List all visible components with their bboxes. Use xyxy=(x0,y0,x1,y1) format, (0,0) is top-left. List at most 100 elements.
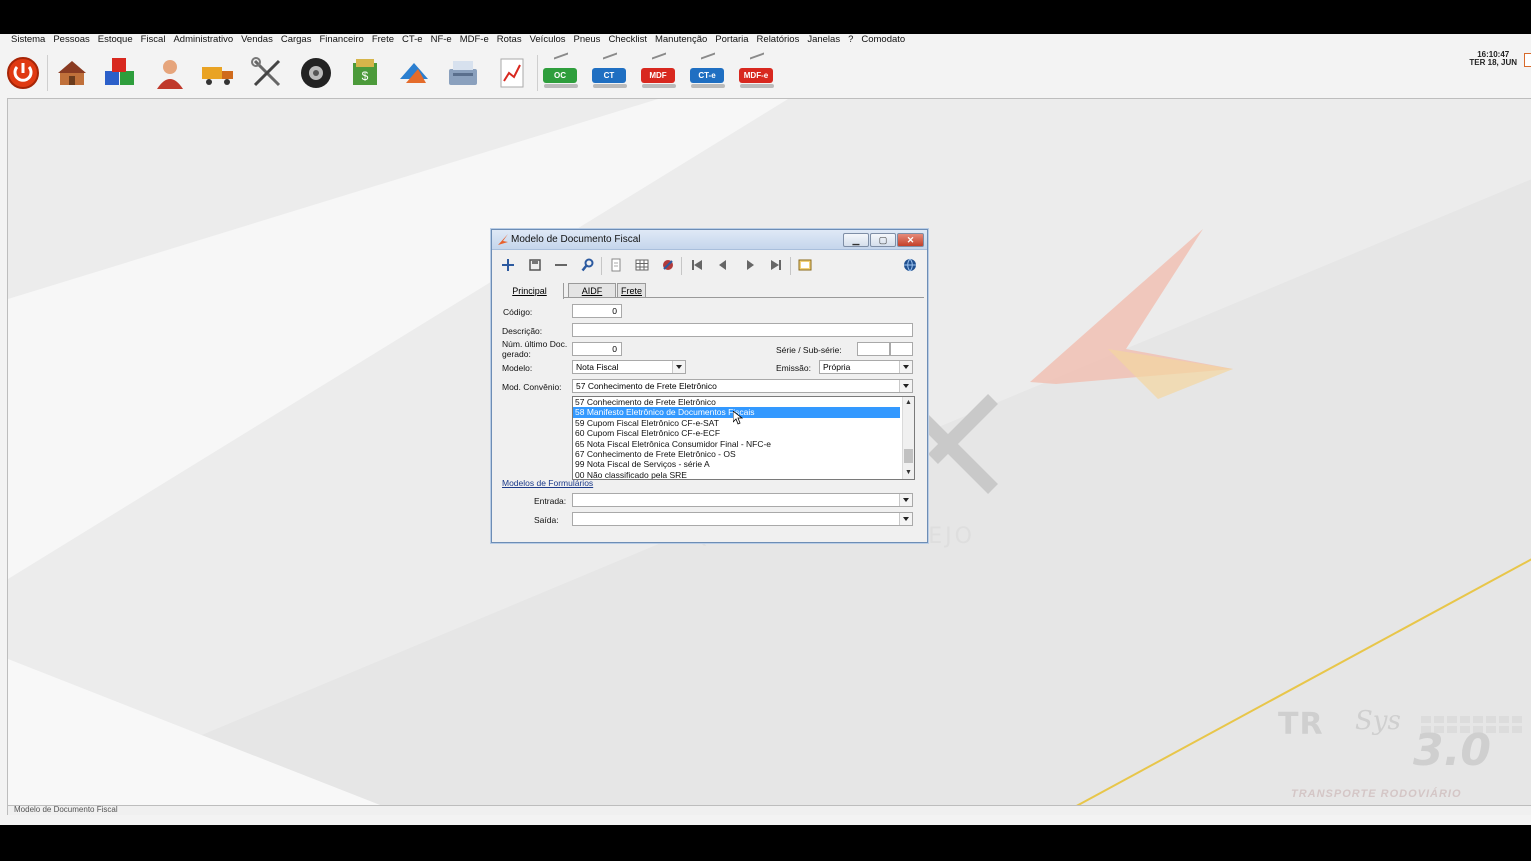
minimize-button[interactable]: ▁ xyxy=(843,233,869,247)
search-icon xyxy=(581,258,594,272)
menu-item-17[interactable]: Portaria xyxy=(715,34,748,46)
delete-button[interactable] xyxy=(552,256,570,274)
dropdown-option[interactable]: 65 Nota Fiscal Eletrônica Consumidor Fin… xyxy=(573,439,900,449)
descricao-field[interactable] xyxy=(572,323,913,337)
save-icon xyxy=(529,259,541,271)
emissao-label: Emissão: xyxy=(776,363,811,373)
menu-item-3[interactable]: Fiscal xyxy=(141,34,166,46)
app-logo-icon xyxy=(498,234,508,245)
saida-select[interactable] xyxy=(572,512,913,526)
chevron-down-icon[interactable] xyxy=(899,380,912,392)
menu-item-12[interactable]: Rotas xyxy=(497,34,522,46)
menu-item-6[interactable]: Cargas xyxy=(281,34,312,46)
modelo-select[interactable]: Nota Fiscal xyxy=(572,360,686,374)
scroll-thumb[interactable] xyxy=(904,449,913,463)
num-ultimo-doc-label: Núm. último Doc. gerado: xyxy=(502,339,568,359)
oc-button[interactable]: OC xyxy=(541,52,583,93)
menu-item-21[interactable]: Comodato xyxy=(861,34,905,46)
money-icon[interactable]: $ xyxy=(345,53,385,93)
chevron-down-icon[interactable] xyxy=(899,361,912,373)
mdfe-button[interactable]: MDF-e xyxy=(737,52,779,93)
scroll-up-icon[interactable]: ▲ xyxy=(903,397,914,409)
tab-frete[interactable]: Frete xyxy=(617,283,646,298)
menu-bar: Sistema Pessoas Estoque Fiscal Administrativ… xyxy=(0,34,1531,46)
mdf-button[interactable]: MDF xyxy=(639,52,681,93)
document-icon xyxy=(611,258,621,272)
menu-item-4[interactable]: Administrativo xyxy=(173,34,233,46)
entrada-select[interactable] xyxy=(572,493,913,507)
dialog-titlebar[interactable]: Modelo de Documento Fiscal ▁ ▢ ✕ xyxy=(492,230,927,250)
boxes-icon[interactable] xyxy=(100,53,140,93)
menu-item-9[interactable]: CT-e xyxy=(402,34,423,46)
serie-field[interactable] xyxy=(857,342,890,356)
maximize-button[interactable]: ▢ xyxy=(870,233,896,247)
menu-item-16[interactable]: Manutenção xyxy=(655,34,707,46)
menu-item-0[interactable]: Sistema xyxy=(11,34,45,46)
dropdown-option[interactable]: 99 Nota Fiscal de Serviços - série A xyxy=(573,459,900,469)
freight-icon[interactable] xyxy=(394,53,434,93)
person-icon[interactable] xyxy=(150,53,190,93)
grid-button[interactable] xyxy=(633,256,651,274)
add-button[interactable] xyxy=(499,256,517,274)
power-icon[interactable] xyxy=(3,53,43,93)
menu-item-8[interactable]: Frete xyxy=(372,34,394,46)
first-record-button[interactable] xyxy=(688,256,706,274)
menu-item-15[interactable]: Checklist xyxy=(608,34,647,46)
menu-item-5[interactable]: Vendas xyxy=(241,34,273,46)
entrada-label: Entrada: xyxy=(534,496,567,506)
dropdown-option[interactable]: 00 Não classificado pela SRE xyxy=(573,470,900,479)
dropdown-option[interactable]: 57 Conhecimento de Frete Eletrônico xyxy=(573,397,900,407)
menu-item-20[interactable]: ? xyxy=(848,34,853,46)
previous-record-button[interactable] xyxy=(714,256,732,274)
menu-item-19[interactable]: Janelas xyxy=(807,34,840,46)
menu-item-7[interactable]: Financeiro xyxy=(319,34,363,46)
people-tools-icon[interactable] xyxy=(52,53,92,93)
cte-button[interactable]: CT-e xyxy=(688,52,730,93)
num-ultimo-doc-field[interactable]: 0 xyxy=(572,342,622,356)
plus-icon xyxy=(502,259,514,271)
tools-icon[interactable] xyxy=(247,53,287,93)
menu-item-2[interactable]: Estoque xyxy=(98,34,133,46)
report-chart-icon[interactable] xyxy=(492,53,532,93)
tire-icon[interactable] xyxy=(296,53,336,93)
first-icon xyxy=(692,260,702,270)
codigo-field[interactable]: 0 xyxy=(572,304,622,318)
next-record-button[interactable] xyxy=(741,256,759,274)
emissao-select[interactable]: Própria xyxy=(819,360,913,374)
last-record-button[interactable] xyxy=(767,256,785,274)
convenio-label: Mod. Convênio: xyxy=(502,382,562,392)
close-button[interactable]: ✕ xyxy=(897,233,924,247)
save-button[interactable] xyxy=(526,256,544,274)
tab-principal[interactable]: Principal xyxy=(496,283,564,299)
menu-item-11[interactable]: MDF-e xyxy=(460,34,489,46)
attach-button[interactable] xyxy=(796,256,814,274)
subserie-field[interactable] xyxy=(890,342,913,356)
cash-register-icon[interactable] xyxy=(443,53,483,93)
menu-item-1[interactable]: Pessoas xyxy=(53,34,89,46)
menu-item-18[interactable]: Relatórios xyxy=(757,34,800,46)
chevron-down-icon[interactable] xyxy=(899,494,912,506)
convenio-select[interactable]: 57 Conhecimento de Frete Eletrônico xyxy=(572,379,913,393)
truck-icon[interactable] xyxy=(198,53,238,93)
ct-button[interactable]: CT xyxy=(590,52,632,93)
minimize-icon: ▁ xyxy=(852,234,860,245)
chevron-down-icon[interactable] xyxy=(899,513,912,525)
status-window-name[interactable]: Modelo de Documento Fiscal xyxy=(14,805,118,814)
dropdown-scrollbar[interactable]: ▲ ▼ xyxy=(902,397,914,479)
modelos-formularios-link[interactable]: Modelos de Formulários xyxy=(502,478,593,488)
chevron-down-icon[interactable] xyxy=(672,361,685,373)
search-button[interactable] xyxy=(579,256,597,274)
dropdown-option[interactable]: 67 Conhecimento de Frete Eletrônico - OS xyxy=(573,449,900,459)
menu-item-13[interactable]: Veículos xyxy=(530,34,566,46)
scroll-down-icon[interactable]: ▼ xyxy=(903,467,914,479)
print-button[interactable] xyxy=(607,256,625,274)
help-button[interactable] xyxy=(901,256,919,274)
brand-subtitle: TRANSPORTE RODOVIÁRIO xyxy=(1291,788,1462,800)
mouse-cursor-icon xyxy=(733,411,743,425)
tab-aidf[interactable]: AIDF xyxy=(568,283,616,298)
serie-label: Série / Sub-série: xyxy=(776,345,842,355)
menu-item-10[interactable]: NF-e xyxy=(431,34,452,46)
dropdown-option[interactable]: 60 Cupom Fiscal Eletrônico CF-e-ECF xyxy=(573,428,900,438)
menu-item-14[interactable]: Pneus xyxy=(574,34,601,46)
eraser-button[interactable] xyxy=(659,256,677,274)
